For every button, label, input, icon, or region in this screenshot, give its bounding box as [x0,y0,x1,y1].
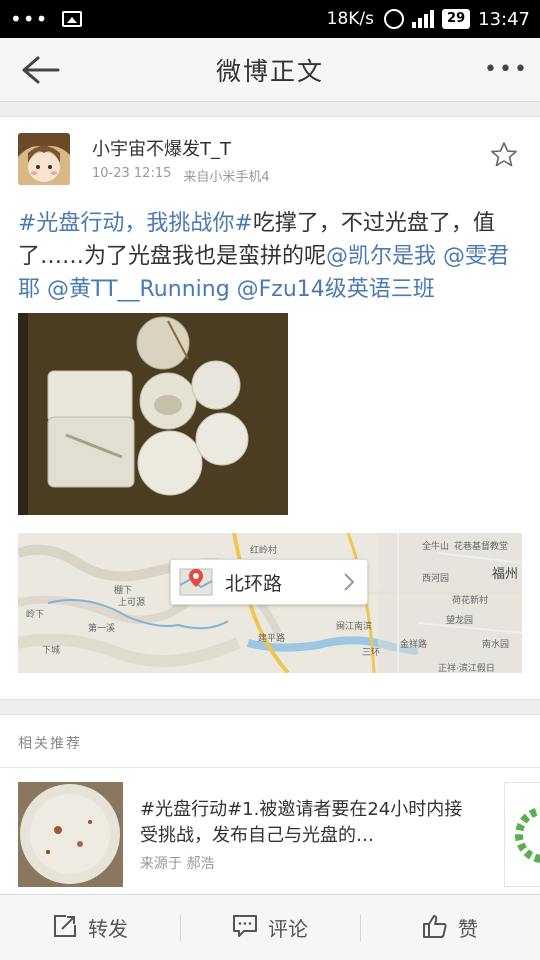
comment-label: 评论 [268,917,308,941]
post-link[interactable]: @凯尔是我 [326,244,436,269]
related-title: #光盘行动#1.被邀请者要在24小时内接受挑战，发布自己与光盘的… [140,799,463,846]
location-card[interactable]: 北环路 [170,559,368,605]
back-arrow-icon[interactable] [20,54,60,86]
post-link[interactable]: #光盘行动，我挑战你# [18,211,253,236]
chevron-right-icon [341,572,357,592]
post-text: #光盘行动，我挑战你#吃撑了，不过光盘了，值了……为了光盘我也是蛮拼的呢@凯尔是… [18,207,524,306]
like-button[interactable]: 赞 [360,895,540,960]
related-thumbnail [18,782,123,887]
alarm-icon [384,9,405,29]
post-text-segment [230,277,237,302]
post-date: 10-23 12:15 [92,166,172,181]
related-heading: 相关推荐 [18,736,82,752]
network-speed: 18K/s [326,9,375,29]
post-text-segment [40,277,47,302]
status-bar: ••• 18K/s 29 13:47 [0,0,540,38]
related-source: 来源于 郝浩 [140,856,215,872]
location-map[interactable]: 红岭村 全牛山 花巷基督教堂 西河园 福州 荷花新村 望龙园 闽江南滨 金祥路 … [18,533,522,673]
related-item[interactable]: #光盘行动#1.被邀请者要在24小时内接受挑战，发布自己与光盘的… 来源于 郝浩 [0,767,490,895]
post-source: 来自小米手机4 [183,170,270,185]
notification-dots: ••• [10,7,49,31]
post-meta: 10-23 12:15 来自小米手机4 [92,166,270,185]
title-bar: 微博正文 ••• [0,38,540,102]
comment-button[interactable]: 评论 [180,895,360,960]
repost-icon [52,913,78,943]
repost-label: 转发 [88,917,128,941]
more-options-icon[interactable]: ••• [484,56,527,84]
post-link[interactable]: @Fzu14级英语三班 [237,277,435,302]
location-label: 北环路 [225,572,283,595]
repost-button[interactable]: 转发 [0,895,180,960]
related-section: 相关推荐 #光盘行动#1.被邀请者要在24小时内接受挑战，发布自己与光盘的… 来… [0,714,540,894]
bottom-action-bar: 转发 评论 赞 [0,894,540,960]
favorite-star-icon[interactable] [490,141,518,169]
post-photo[interactable] [18,313,288,515]
post-link[interactable]: @黄TT__Running [47,277,230,302]
page-title: 微博正文 [215,56,324,86]
related-item-next[interactable] [504,782,540,887]
image-notification-icon [62,11,83,27]
avatar[interactable] [18,133,70,185]
comment-icon [232,913,258,943]
username[interactable]: 小宇宙不爆发T_T [92,135,231,161]
weibo-post: 小宇宙不爆发T_T 10-23 12:15 来自小米手机4 #光盘行动，我挑战你… [0,116,540,700]
signal-icon [412,10,435,28]
battery-icon: 29 [442,9,471,29]
thumbs-up-icon [422,913,448,943]
clock: 13:47 [478,8,530,30]
like-label: 赞 [458,917,478,941]
post-text-segment [436,244,443,269]
map-pin-icon [179,565,213,599]
